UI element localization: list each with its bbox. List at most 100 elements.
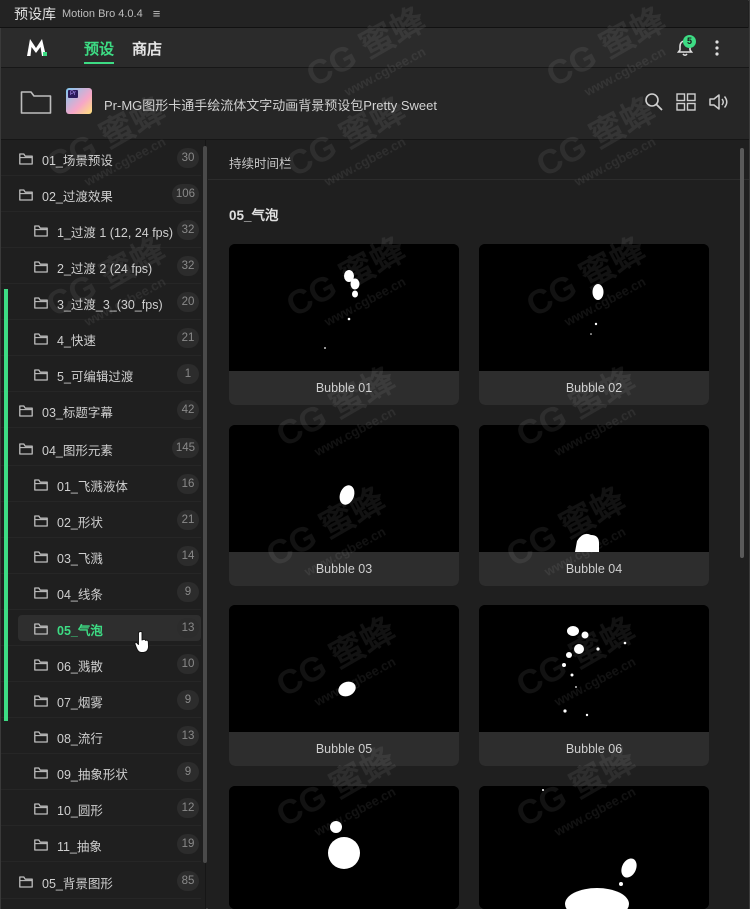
sidebar-item-transition-1[interactable]: 1_过渡 1 (12, 24 fps) 32	[1, 212, 201, 248]
sidebar-item-label: 03_标题字幕	[42, 406, 113, 420]
sidebar-item-label: 01_飞溅液体	[57, 480, 128, 494]
more-menu-icon[interactable]	[709, 37, 725, 59]
preset-card[interactable]	[229, 786, 459, 909]
sidebar-item-quick[interactable]: 4_快速 21	[1, 320, 201, 356]
sidebar-item-label: 03_飞溅	[57, 552, 103, 566]
app-header: 预设 商店 5	[1, 28, 749, 68]
folder-icon	[19, 442, 33, 455]
folder-icon	[34, 658, 48, 671]
sidebar-item-transitions[interactable]: 02_过渡效果 106	[1, 176, 201, 212]
sidebar-item-shapes[interactable]: 02_形状 21	[1, 502, 201, 538]
pack-thumbnail: Pr	[66, 88, 92, 114]
sidebar-item-transition-2[interactable]: 2_过渡 2 (24 fps) 32	[1, 248, 201, 284]
item-count-badge: 32	[177, 220, 199, 240]
sidebar-item-pop[interactable]: 08_流行 13	[1, 718, 201, 754]
pack-title: Pr-MG图形卡通手绘流体文字动画背景预设包Pretty Sweet	[104, 98, 437, 113]
item-count-badge: 13	[177, 726, 199, 746]
item-count-badge: 42	[177, 400, 199, 420]
sidebar-item-label: 06_溅散	[57, 660, 103, 674]
sidebar-item-abstract-shapes[interactable]: 09_抽象形状 9	[1, 754, 201, 790]
sidebar-item-titles[interactable]: 03_标题字幕 42	[1, 392, 201, 428]
item-count-badge: 32	[177, 256, 199, 276]
preset-card[interactable]: Bubble 05	[229, 605, 459, 766]
panel-tab[interactable]: 预设库 Motion Bro 4.0.4 ≡	[0, 0, 748, 28]
folder-icon	[19, 152, 33, 165]
preset-card[interactable]	[479, 786, 709, 909]
sidebar-item-transition-3[interactable]: 3_过渡_3_(30_fps) 20	[1, 284, 201, 320]
open-folder-icon[interactable]	[20, 89, 52, 115]
sidebar-item-label: 04_线条	[57, 588, 103, 602]
preset-preview	[229, 425, 459, 552]
premiere-badge: Pr	[68, 90, 78, 98]
folder-icon	[34, 514, 48, 527]
sidebar-item-graphic-elements[interactable]: 04_图形元素 145	[1, 430, 201, 466]
duration-bar[interactable]: 持续时间栏	[208, 140, 749, 180]
preset-preview	[229, 786, 459, 909]
tab-store[interactable]: 商店	[132, 38, 162, 64]
preset-preview	[229, 244, 459, 371]
item-count-badge: 9	[177, 762, 199, 782]
folder-icon	[34, 838, 48, 851]
preset-name: Bubble 05	[229, 732, 459, 766]
sidebar-item-splash-liquid[interactable]: 01_飞溅液体 16	[1, 466, 201, 502]
folder-icon	[34, 550, 48, 563]
sidebar-item-circles[interactable]: 10_圆形 12	[1, 790, 201, 826]
sidebar-item-label: 5_可编辑过渡	[57, 370, 134, 384]
section-title: 05_气泡	[229, 208, 279, 223]
pack-bar: Pr Pr-MG图形卡通手绘流体文字动画背景预设包Pretty Sweet	[1, 68, 749, 140]
sidebar-item-label: 09_抽象形状	[57, 768, 128, 782]
sidebar-item-smoke[interactable]: 07_烟雾 9	[1, 682, 201, 718]
sidebar-item-label: 1_过渡 1 (12, 24 fps)	[57, 226, 174, 240]
preset-card[interactable]: Bubble 02	[479, 244, 709, 405]
sidebar-item-label: 2_过渡 2 (24 fps)	[57, 262, 153, 276]
panel-menu-icon[interactable]: ≡	[153, 6, 161, 21]
tab-presets[interactable]: 预设	[84, 38, 115, 64]
folder-icon	[34, 730, 48, 743]
item-count-badge: 14	[177, 546, 199, 566]
sidebar-item-splash[interactable]: 03_飞溅 14	[1, 538, 201, 574]
preset-preview	[229, 605, 459, 732]
preset-preview	[479, 244, 709, 371]
sidebar-item-abstract[interactable]: 11_抽象 19	[1, 826, 201, 862]
notification-badge: 5	[683, 35, 696, 48]
item-count-badge: 9	[177, 690, 199, 710]
folder-icon	[34, 332, 48, 345]
preset-card[interactable]: Bubble 01	[229, 244, 459, 405]
sidebar-item-scatter[interactable]: 06_溅散 10	[1, 646, 201, 682]
sidebar-item-editable-transition[interactable]: 5_可编辑过渡 1	[1, 356, 201, 392]
preset-name: Bubble 06	[479, 732, 709, 766]
sidebar-item-label: 05_气泡	[57, 624, 103, 638]
preset-card[interactable]: Bubble 06	[479, 605, 709, 766]
active-group-indicator	[4, 289, 8, 721]
sidebar-item-bubbles[interactable]: 05_气泡 13	[1, 610, 201, 646]
sidebar-item-label: 10_圆形	[57, 804, 103, 818]
folder-icon	[34, 260, 48, 273]
folder-icon	[19, 404, 33, 417]
preset-scrollbar[interactable]	[740, 148, 744, 558]
preset-card[interactable]: Bubble 04	[479, 425, 709, 586]
sidebar-item-label: 07_烟雾	[57, 696, 103, 710]
preset-preview	[479, 786, 709, 909]
volume-icon[interactable]	[708, 92, 730, 112]
duration-bar-label: 持续时间栏	[229, 157, 292, 171]
category-sidebar: 01_场景预设 30 02_过渡效果 106 1_过渡 1 (12, 24 fps) 32…	[1, 140, 206, 909]
sidebar-item-backgrounds[interactable]: 05_背景图形 85	[1, 863, 201, 899]
sidebar-item-label: 3_过渡_3_(30_fps)	[57, 298, 163, 312]
motion-bro-logo-icon	[27, 39, 47, 56]
grid-view-icon[interactable]	[676, 93, 696, 111]
folder-icon	[34, 224, 48, 237]
item-count-badge: 30	[177, 148, 199, 168]
sidebar-item-scenes[interactable]: 01_场景预设 30	[1, 140, 201, 176]
sidebar-item-label: 04_图形元素	[42, 444, 113, 458]
sidebar-item-label: 02_过渡效果	[42, 190, 113, 204]
item-count-badge: 9	[177, 582, 199, 602]
sidebar-item-label: 4_快速	[57, 334, 96, 348]
panel-version: Motion Bro 4.0.4	[62, 7, 143, 20]
item-count-badge: 12	[177, 798, 199, 818]
sidebar-scrollbar[interactable]	[203, 146, 207, 863]
sidebar-item-lines[interactable]: 04_线条 9	[1, 574, 201, 610]
item-count-badge: 16	[177, 474, 199, 494]
preset-card[interactable]: Bubble 03	[229, 425, 459, 586]
search-icon[interactable]	[644, 92, 664, 112]
folder-icon	[19, 875, 33, 888]
